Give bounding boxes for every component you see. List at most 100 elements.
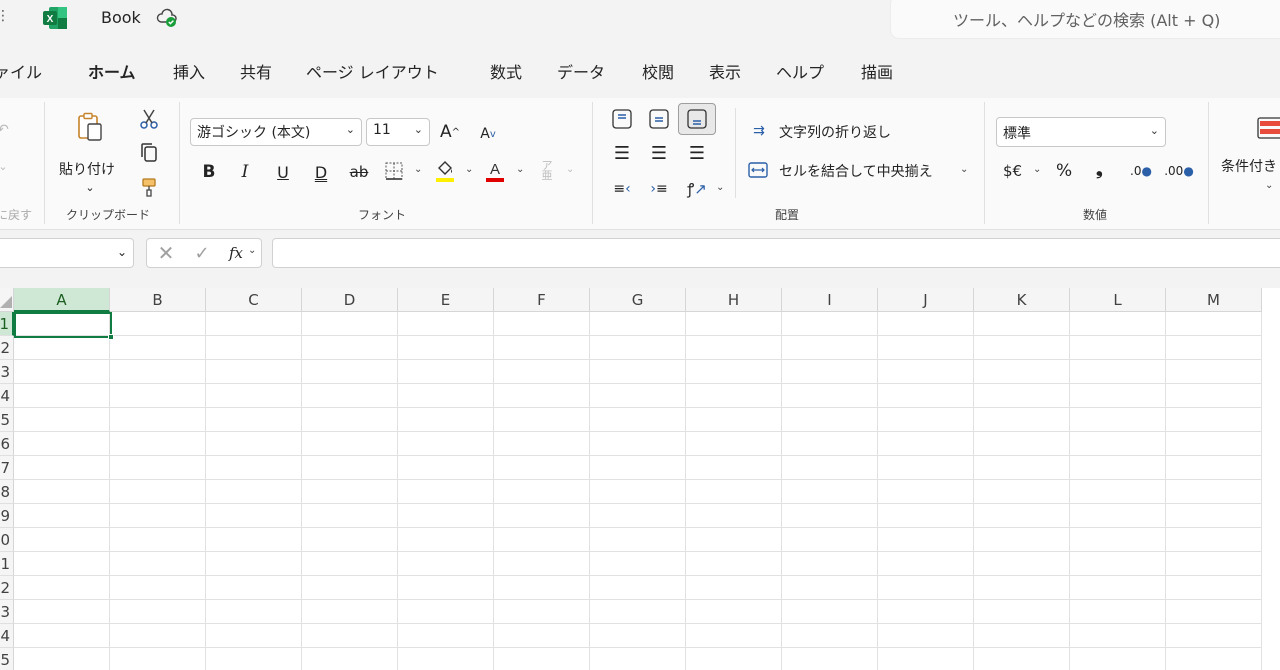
cell[interactable] — [110, 504, 206, 528]
enter-check-icon[interactable]: ✓ — [191, 242, 213, 264]
cell[interactable] — [494, 312, 590, 336]
percent-button[interactable]: % — [1056, 161, 1072, 181]
align-right-icon[interactable]: ☰ — [685, 142, 709, 164]
cell[interactable] — [1166, 480, 1262, 504]
cell[interactable] — [398, 528, 494, 552]
cell[interactable] — [686, 384, 782, 408]
column-header-m[interactable]: M — [1166, 288, 1262, 312]
cell[interactable] — [590, 480, 686, 504]
cell[interactable] — [302, 576, 398, 600]
cell[interactable] — [206, 504, 302, 528]
cell[interactable] — [974, 480, 1070, 504]
cell[interactable] — [302, 408, 398, 432]
cell[interactable] — [974, 408, 1070, 432]
cell[interactable] — [878, 600, 974, 624]
increase-indent-icon[interactable]: › ≡ — [647, 178, 671, 200]
row-header[interactable]: 2 — [0, 336, 14, 360]
currency-format-button[interactable]: $€ — [1003, 162, 1022, 180]
cell[interactable] — [398, 504, 494, 528]
cell[interactable] — [686, 624, 782, 648]
cell[interactable] — [782, 480, 878, 504]
tab-page-layout[interactable]: ページ レイアウト — [306, 59, 439, 83]
search-box[interactable]: ツール、ヘルプなどの検索 (Alt + Q) — [891, 0, 1280, 38]
cell[interactable] — [110, 360, 206, 384]
cell[interactable] — [302, 648, 398, 670]
cell[interactable] — [302, 504, 398, 528]
cell[interactable] — [686, 432, 782, 456]
chevron-down-icon[interactable]: ⌄ — [1033, 164, 1041, 175]
workbook-title[interactable]: Book — [101, 8, 141, 27]
cell[interactable] — [878, 456, 974, 480]
cell[interactable] — [494, 504, 590, 528]
cell[interactable] — [782, 576, 878, 600]
align-center-icon[interactable]: ☰ — [647, 142, 671, 164]
column-header-i[interactable]: I — [782, 288, 878, 312]
cell[interactable] — [398, 432, 494, 456]
cell[interactable] — [14, 624, 110, 648]
cell[interactable] — [878, 624, 974, 648]
cell[interactable] — [782, 648, 878, 670]
row-header[interactable]: 5 — [0, 408, 14, 432]
cell[interactable] — [590, 648, 686, 670]
cell[interactable] — [1166, 384, 1262, 408]
cell[interactable] — [14, 456, 110, 480]
row-header[interactable]: 8 — [0, 480, 14, 504]
cell[interactable] — [302, 312, 398, 336]
cell[interactable] — [974, 504, 1070, 528]
column-header-h[interactable]: H — [686, 288, 782, 312]
tab-data[interactable]: データ — [557, 59, 605, 83]
cell[interactable] — [302, 624, 398, 648]
cell[interactable] — [686, 360, 782, 384]
strikethrough-button[interactable]: ab — [346, 160, 372, 184]
cell[interactable] — [878, 528, 974, 552]
cell[interactable] — [206, 432, 302, 456]
cell[interactable] — [686, 504, 782, 528]
cell[interactable] — [974, 384, 1070, 408]
cell[interactable] — [1166, 408, 1262, 432]
cell[interactable] — [878, 384, 974, 408]
cell[interactable] — [878, 432, 974, 456]
tab-formulas[interactable]: 数式 — [490, 59, 522, 83]
cell[interactable] — [206, 528, 302, 552]
double-underline-button[interactable]: D — [310, 160, 332, 184]
cell[interactable] — [398, 408, 494, 432]
cell[interactable] — [14, 600, 110, 624]
cell[interactable] — [494, 648, 590, 670]
cell[interactable] — [974, 576, 1070, 600]
cell[interactable] — [1166, 576, 1262, 600]
cell[interactable] — [14, 360, 110, 384]
cell[interactable] — [206, 312, 302, 336]
cell[interactable] — [398, 384, 494, 408]
cell[interactable] — [398, 624, 494, 648]
cell[interactable] — [14, 384, 110, 408]
cell[interactable] — [206, 576, 302, 600]
cell[interactable] — [1070, 456, 1166, 480]
cell[interactable] — [782, 336, 878, 360]
cell[interactable] — [686, 528, 782, 552]
tab-share[interactable]: 共有 — [240, 59, 272, 83]
cell[interactable] — [1070, 576, 1166, 600]
wrap-text-label[interactable]: 文字列の折り返し — [779, 122, 891, 142]
cell[interactable] — [14, 432, 110, 456]
cell[interactable] — [974, 336, 1070, 360]
cell[interactable] — [494, 360, 590, 384]
row-header[interactable]: 3 — [0, 360, 14, 384]
wrap-text-icon[interactable]: ⇉ — [748, 120, 770, 142]
column-header-e[interactable]: E — [398, 288, 494, 312]
select-all-corner[interactable] — [0, 288, 14, 312]
middle-align-icon[interactable] — [647, 108, 671, 130]
cell[interactable] — [1166, 528, 1262, 552]
font-size-dropdown[interactable]: 11 ⌄ — [366, 118, 430, 146]
cell[interactable] — [686, 336, 782, 360]
row-header[interactable]: 9 — [0, 504, 14, 528]
cell[interactable] — [878, 360, 974, 384]
cell[interactable] — [14, 552, 110, 576]
cell[interactable] — [206, 456, 302, 480]
paste-caret-icon[interactable]: ⌄ — [82, 180, 98, 194]
cell[interactable] — [398, 576, 494, 600]
tab-insert[interactable]: 挿入 — [173, 59, 205, 83]
cell[interactable] — [1166, 600, 1262, 624]
row-header[interactable]: 6 — [0, 432, 14, 456]
cell[interactable] — [1166, 312, 1262, 336]
chevron-down-icon[interactable]: ⌄ — [1265, 180, 1273, 191]
